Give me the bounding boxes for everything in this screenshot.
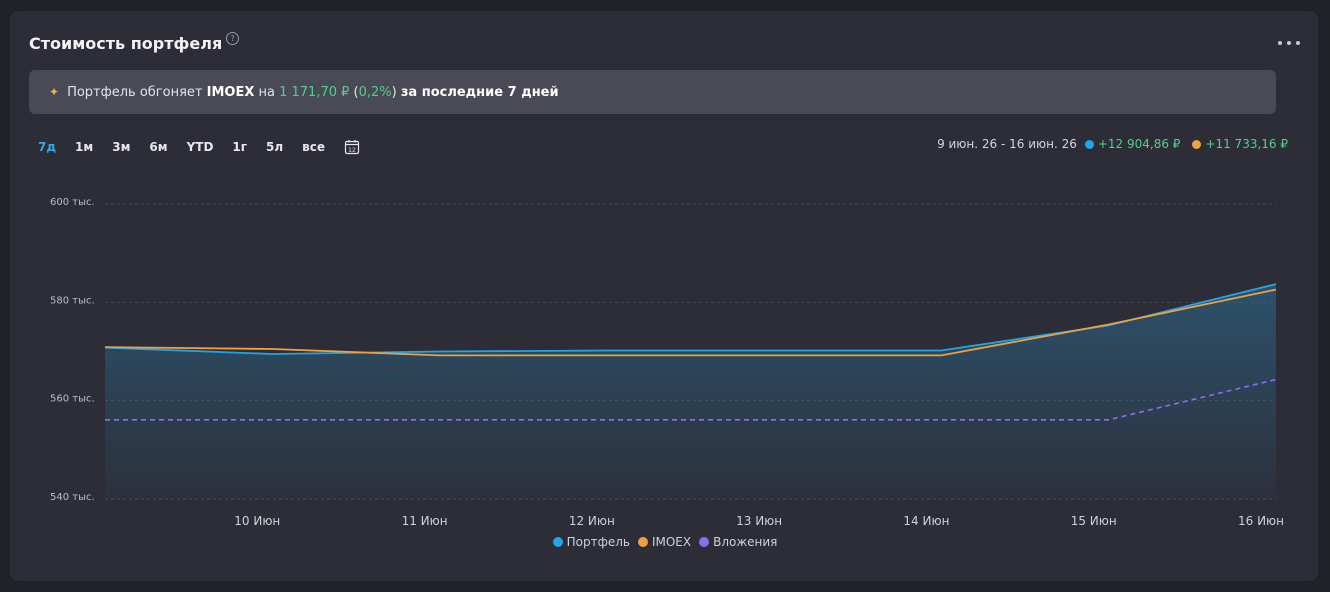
imoex-legend-dot-icon (637, 537, 648, 547)
legend-item-portfolio[interactable]: Портфель (552, 535, 630, 549)
legend-label: IMOEX (651, 535, 692, 549)
y-tick-label: 560 тыс. (50, 394, 95, 405)
x-tick-label: 10 Июн (234, 514, 280, 528)
x-tick-label: 16 Июн (1238, 514, 1284, 528)
investments-legend-dot-icon (699, 537, 710, 547)
x-tick-label: 11 Июн (402, 514, 448, 528)
y-tick-label: 540 тыс. (50, 492, 95, 503)
chart-legend: Портфель IMOEX Вложения (0, 535, 1330, 549)
portfolio-area (105, 284, 1276, 499)
y-tick-label: 600 тыс. (50, 197, 95, 208)
legend-label: Вложения (713, 535, 778, 549)
portfolio-legend-dot-icon (552, 537, 563, 547)
y-tick-label: 580 тыс. (50, 295, 95, 306)
legend-item-investments[interactable]: Вложения (699, 535, 777, 549)
x-tick-label: 12 Июн (569, 514, 615, 528)
x-tick-label: 13 Июн (736, 514, 782, 528)
x-tick-label: 14 Июн (903, 514, 949, 528)
legend-label: Портфель (566, 535, 630, 549)
legend-item-imoex[interactable]: IMOEX (637, 535, 692, 549)
portfolio-chart: 540 тыс. 560 тыс. 580 тыс. 600 тыс. 10 Июн 11… (50, 197, 1284, 528)
x-tick-label: 15 Июн (1071, 514, 1117, 528)
